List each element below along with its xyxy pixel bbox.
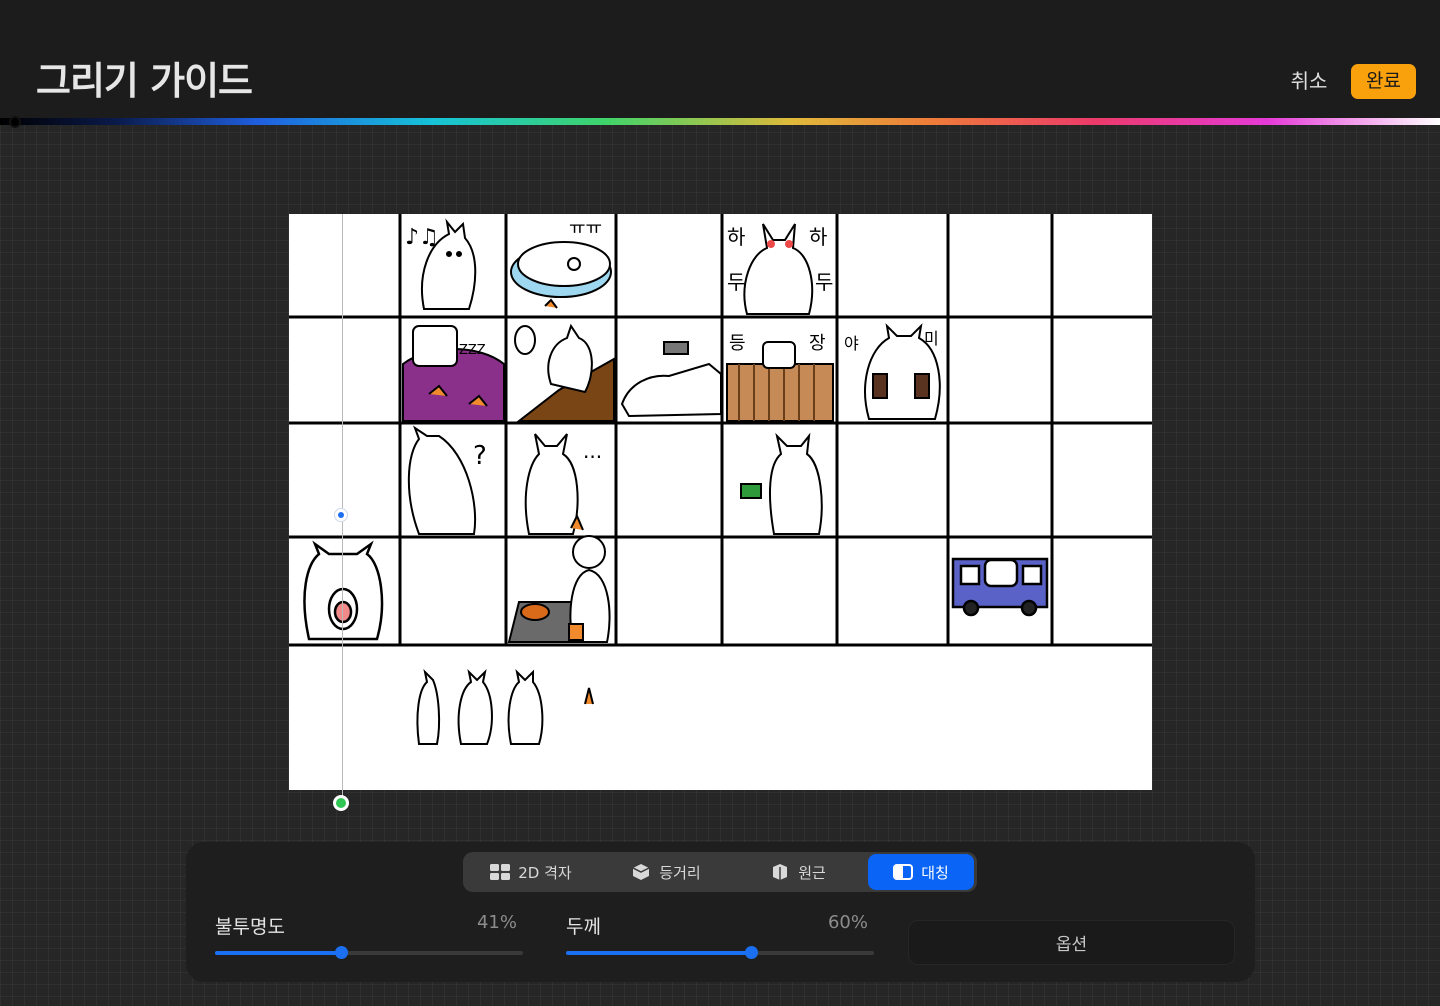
symmetry-icon <box>893 864 914 880</box>
svg-text:?: ? <box>473 441 487 471</box>
tab-perspective-label: 원근 <box>798 863 826 882</box>
thickness-slider-fill <box>566 951 751 955</box>
sticker-llama-crying <box>510 241 612 309</box>
thickness-slider[interactable] <box>566 946 874 959</box>
guide-color-handle[interactable] <box>9 116 21 128</box>
svg-text:등: 등 <box>729 333 746 354</box>
page-title: 그리기 가이드 <box>36 59 253 103</box>
thickness-slider-knob[interactable] <box>744 946 758 959</box>
sticker-llama-lying-phone <box>620 341 722 418</box>
grid-2d-icon <box>490 864 511 880</box>
tab-isometric-label: 등거리 <box>659 863 701 882</box>
options-button[interactable]: 옵션 <box>908 920 1235 965</box>
opacity-slider[interactable] <box>215 946 523 959</box>
cancel-button[interactable]: 취소 <box>1280 66 1338 96</box>
symmetry-move-handle[interactable] <box>333 795 349 811</box>
tab-symmetry-label: 대칭 <box>921 863 949 882</box>
svg-text:두: 두 <box>815 270 833 294</box>
svg-text:야: 야 <box>844 334 859 353</box>
sticker-llama-bus <box>951 557 1049 617</box>
isometric-icon <box>631 864 651 880</box>
guide-settings-panel: 2D 격자 등거리 원근 대칭 불투명도 41% 두께 60% 옵션 <box>186 842 1255 982</box>
svg-text:하: 하 <box>727 225 745 249</box>
sticker-llama-chef <box>507 535 611 643</box>
tab-symmetry[interactable]: 대칭 <box>868 854 974 890</box>
done-button[interactable]: 완료 <box>1351 64 1416 99</box>
svg-text:두: 두 <box>727 270 745 294</box>
svg-text:...: ... <box>583 439 602 463</box>
guide-type-segmented-control: 2D 격자 등거리 원근 대칭 <box>463 852 977 892</box>
tab-2d-grid-label: 2D 격자 <box>518 863 572 882</box>
music-notes-icon: ♪♫ <box>405 225 439 250</box>
llama-reference-poses <box>416 668 594 745</box>
sticker-sheet: ♪♫ ㅠㅠ 하 하 두 두 ZZZ 등 장 야 미 ? ... <box>289 214 1152 745</box>
sticker-llama-question <box>407 425 477 535</box>
sticker-llama-ellipsis <box>524 433 584 535</box>
tab-perspective[interactable]: 원근 <box>735 854 861 890</box>
sticker-llama-desk <box>514 323 615 422</box>
sticker-llama-shouting <box>303 540 384 641</box>
opacity-label: 불투명도 <box>215 916 285 938</box>
sticker-llama-bottle <box>740 432 823 535</box>
opacity-slider-knob[interactable] <box>335 946 349 959</box>
opacity-value: 41% <box>476 912 517 933</box>
svg-text:미: 미 <box>924 329 939 348</box>
symmetry-rotate-handle[interactable] <box>334 508 348 522</box>
svg-text:ZZZ: ZZZ <box>459 343 486 358</box>
guide-color-bar[interactable] <box>0 118 1440 125</box>
thickness-value: 60% <box>827 912 868 933</box>
tab-isometric[interactable]: 등거리 <box>603 854 729 890</box>
svg-text:장: 장 <box>809 333 826 354</box>
svg-text:하: 하 <box>809 225 827 249</box>
sticker-llama-sleeping <box>402 325 505 422</box>
tab-2d-grid[interactable]: 2D 격자 <box>466 854 596 890</box>
opacity-slider-fill <box>215 951 342 955</box>
svg-text:ㅠㅠ: ㅠㅠ <box>569 218 602 239</box>
top-bar: 그리기 가이드 취소 완료 <box>0 0 1440 118</box>
drawing-canvas[interactable]: ♪♫ ㅠㅠ 하 하 두 두 ZZZ 등 장 야 미 ? ... <box>289 214 1152 790</box>
thickness-label: 두께 <box>566 916 601 938</box>
perspective-icon <box>770 864 790 880</box>
sticker-llama-heart-eyes <box>743 223 814 315</box>
